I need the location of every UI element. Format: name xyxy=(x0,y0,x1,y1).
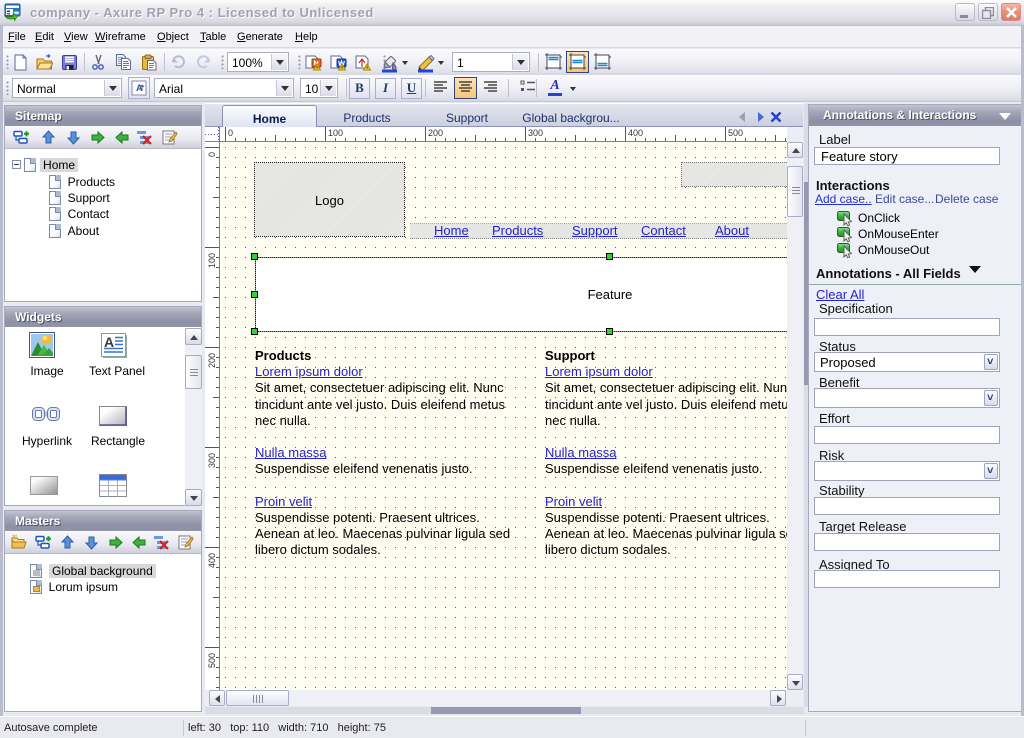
svg-text:A: A xyxy=(104,334,114,350)
